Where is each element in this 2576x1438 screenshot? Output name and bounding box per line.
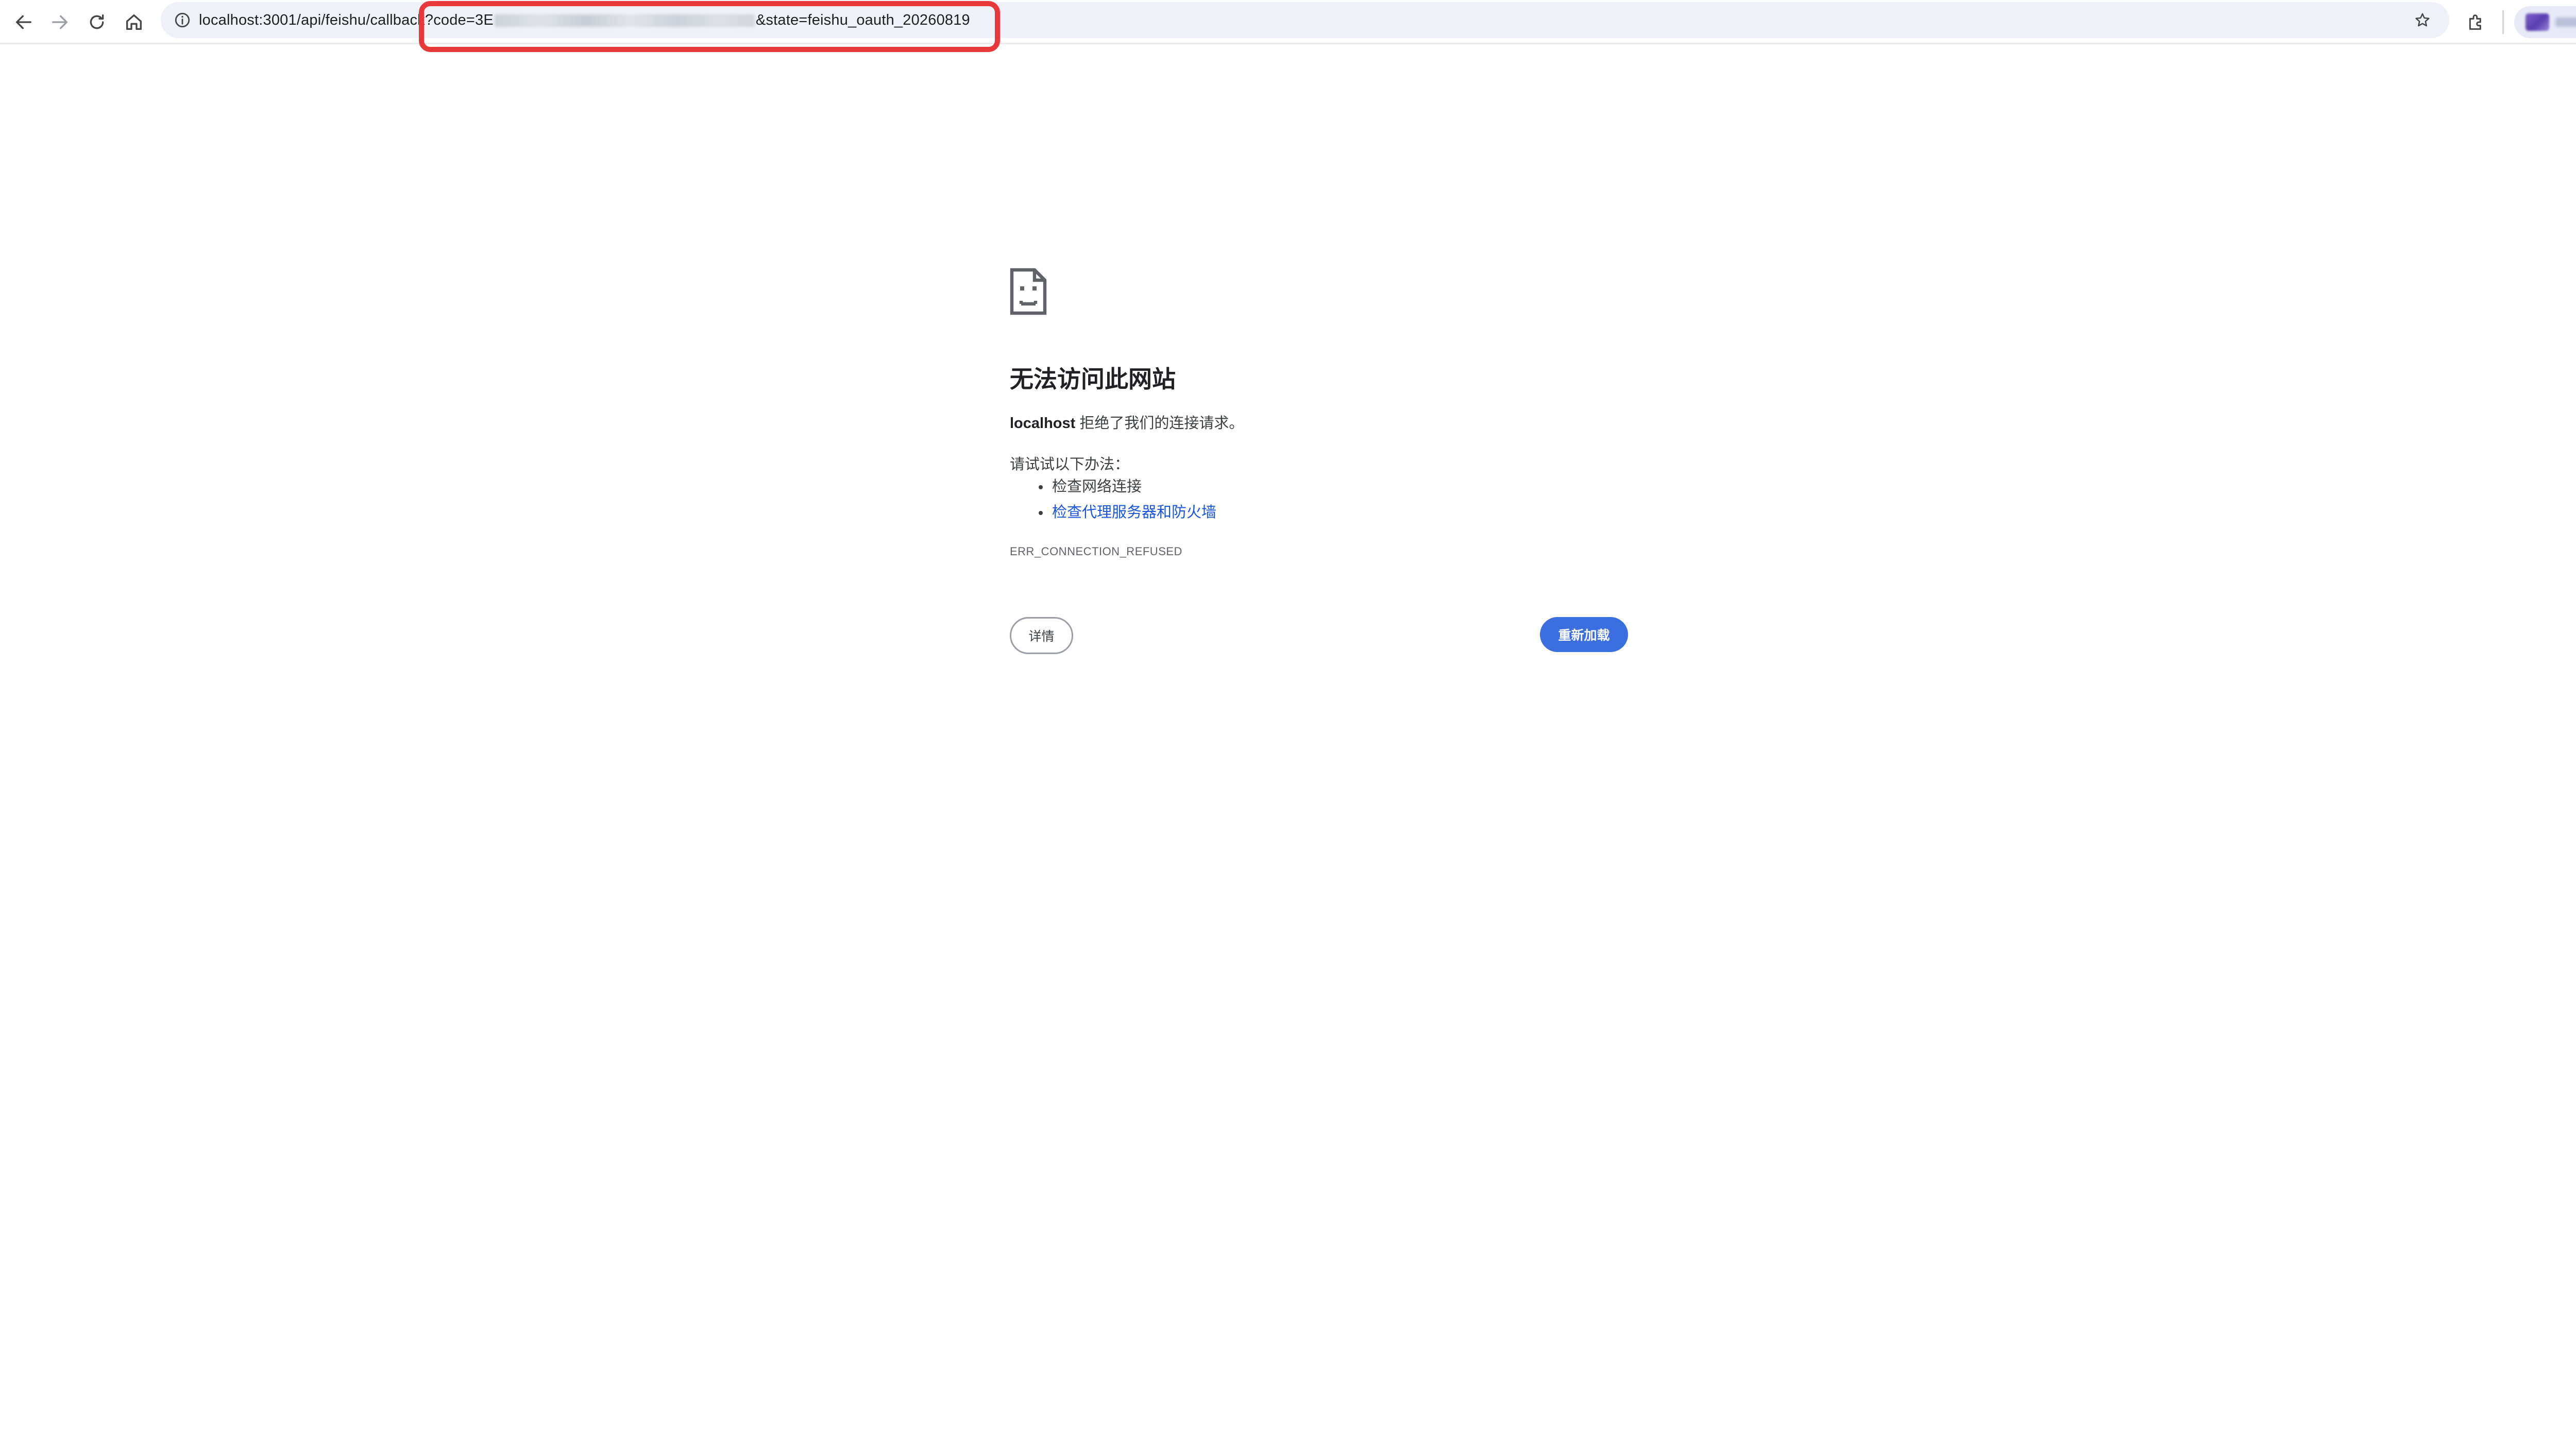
star-icon	[2415, 13, 2430, 27]
error-host: localhost	[1010, 415, 1076, 432]
suggestion-check-proxy-link[interactable]: 检查代理服务器和防火墙	[1010, 500, 1216, 525]
forward-button[interactable]	[43, 6, 76, 39]
error-description-text: 拒绝了我们的连接请求。	[1075, 415, 1244, 432]
suggestions-label: 请试试以下办法：	[1010, 456, 1130, 473]
reload-icon	[90, 14, 104, 29]
site-info-button[interactable]	[171, 9, 194, 31]
url-query-start: ?code=3E	[425, 12, 494, 28]
puzzle-icon	[2469, 14, 2481, 30]
info-icon	[175, 12, 190, 28]
profile-name-redacted	[2555, 18, 2576, 27]
bookmark-button[interactable]	[2411, 9, 2434, 31]
arrow-left-icon	[15, 15, 31, 29]
toolbar-separator	[2502, 10, 2504, 34]
error-description: localhost 拒绝了我们的连接请求。	[1010, 411, 1244, 433]
avatar	[2526, 13, 2549, 31]
profile-button[interactable]	[2514, 6, 2576, 38]
reload-button[interactable]	[80, 6, 113, 39]
home-icon	[126, 14, 142, 30]
url-redacted-code	[494, 14, 755, 27]
home-button[interactable]	[117, 6, 150, 39]
url-text[interactable]: localhost:3001/api/feishu/callback?code=…	[199, 2, 970, 38]
page-title: 无法访问此网站	[1010, 366, 1176, 392]
browser-toolbar: localhost:3001/api/feishu/callback?code=…	[0, 0, 2576, 52]
url-prefix: localhost:3001/api/feishu/callback	[199, 12, 425, 28]
details-button[interactable]: 详情	[1010, 617, 1073, 654]
url-query-end: &state=feishu_oauth_20260819	[755, 12, 970, 28]
reload-page-button[interactable]: 重新加载	[1540, 617, 1628, 652]
extensions-button[interactable]	[2460, 6, 2493, 39]
sad-page-icon	[1010, 268, 1047, 315]
back-button[interactable]	[7, 6, 40, 39]
suggestion-check-network: 检查网络连接	[1010, 474, 1216, 500]
error-code: ERR_CONNECTION_REFUSED	[1010, 545, 1182, 558]
arrow-right-icon	[52, 15, 67, 29]
address-bar[interactable]: localhost:3001/api/feishu/callback?code=…	[161, 2, 2449, 38]
suggestions-list: 检查网络连接 检查代理服务器和防火墙	[1010, 474, 1216, 525]
